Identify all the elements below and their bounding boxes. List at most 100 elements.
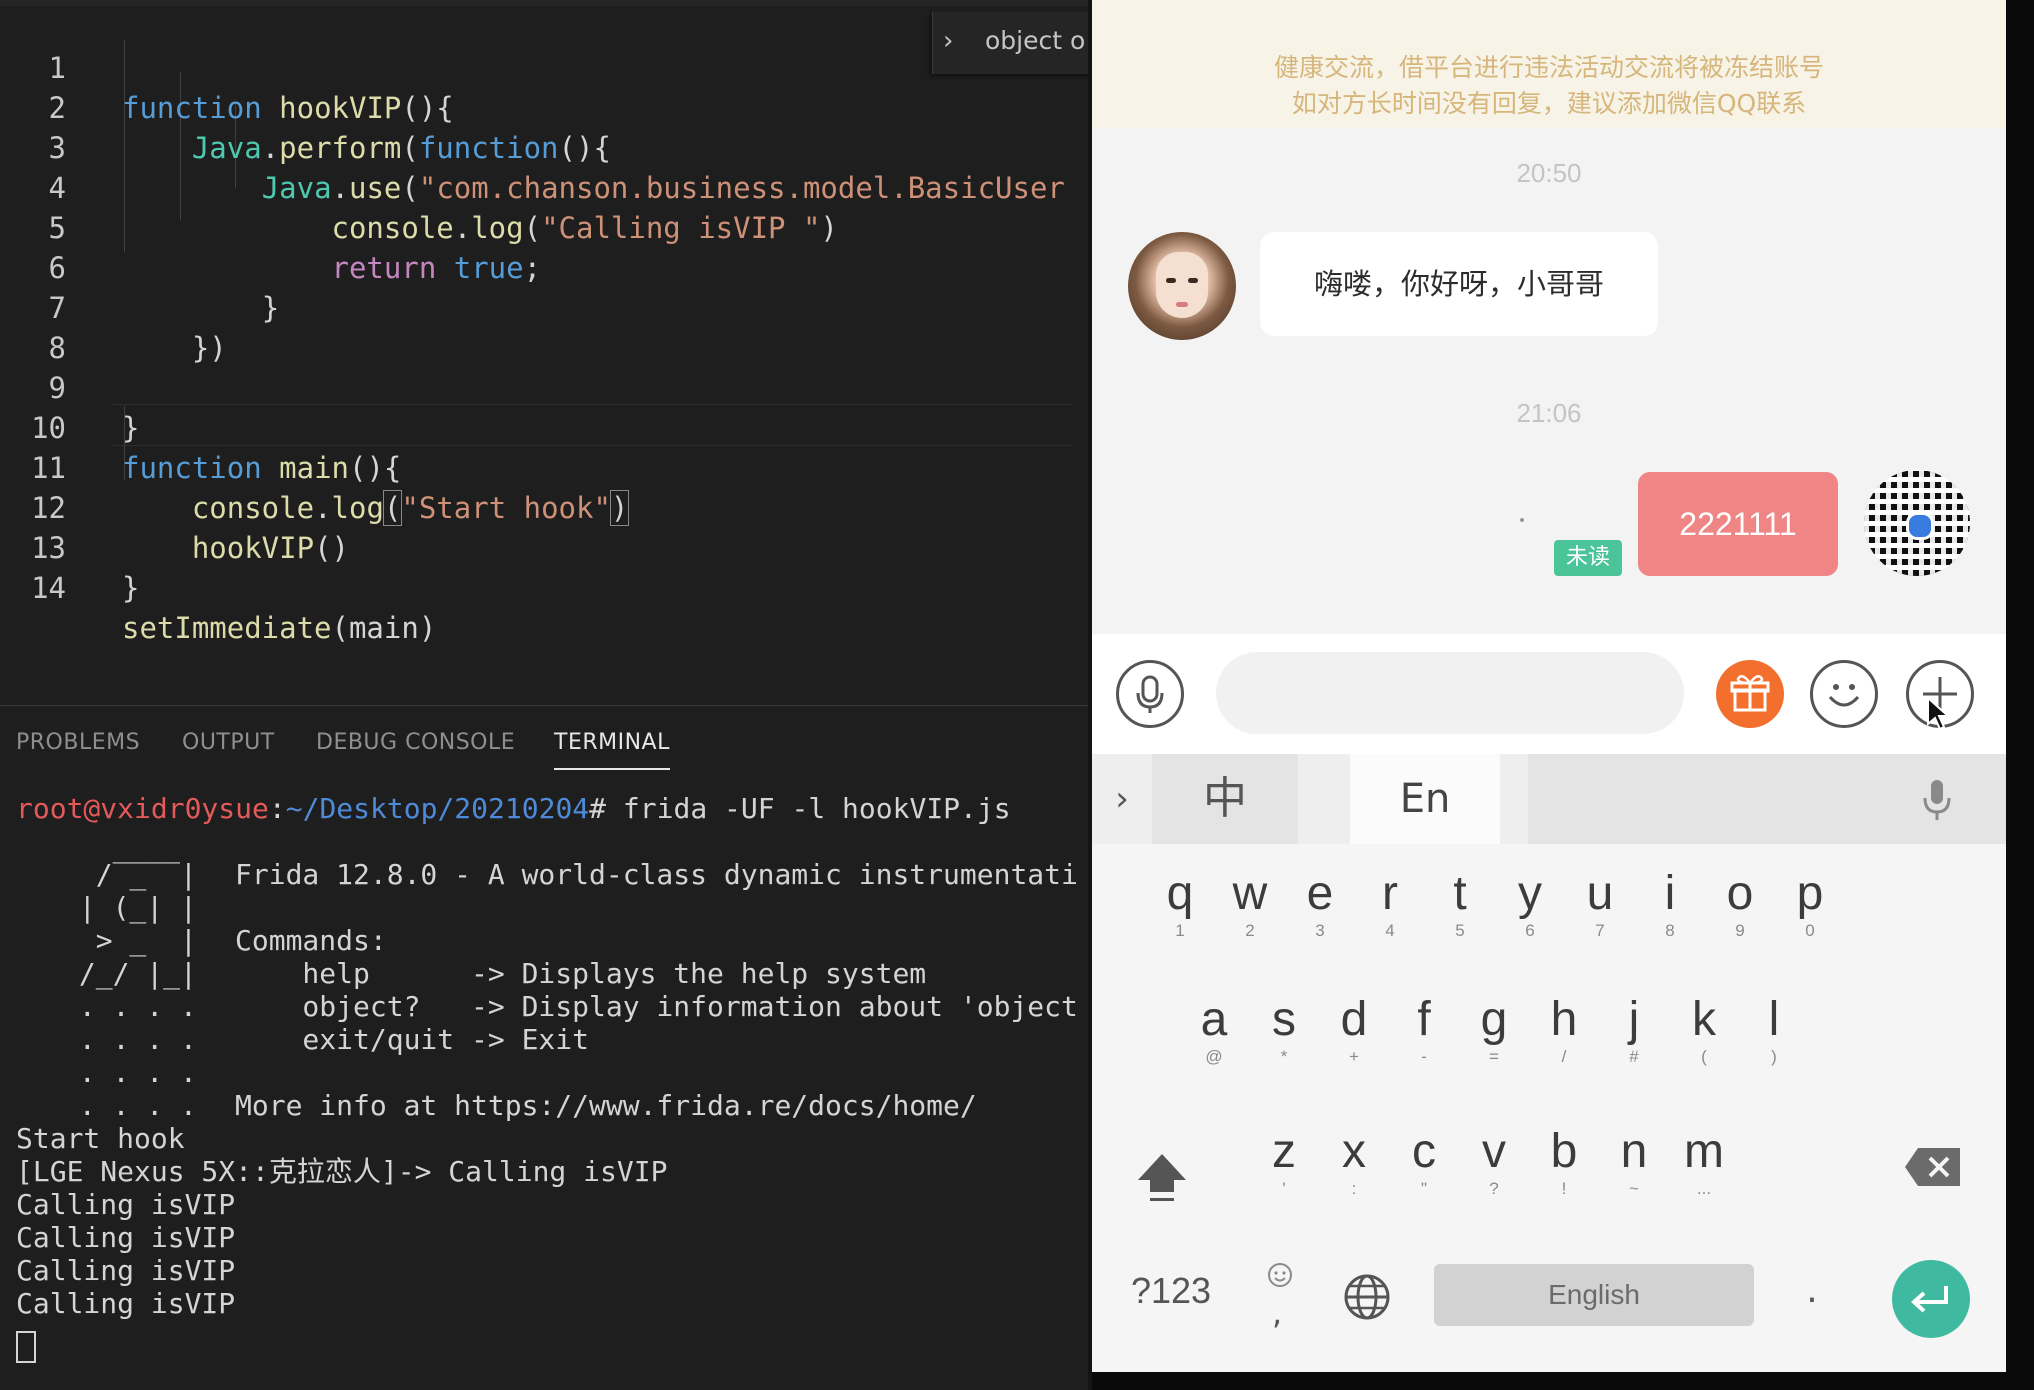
key-hint: / [1561, 1047, 1567, 1066]
tab-terminal[interactable]: TERMINAL [554, 730, 670, 770]
key-label: n [1620, 1125, 1648, 1178]
tab-output[interactable]: OUTPUT [182, 730, 275, 755]
frida-logo-line: | (_| | [62, 891, 197, 924]
key-i[interactable]: i8 [1630, 866, 1710, 940]
code-line-10[interactable]: 10 function main(){ [0, 368, 1080, 485]
key-a[interactable]: a @ [1174, 992, 1254, 1066]
key-m[interactable]: m... [1664, 1124, 1744, 1198]
chevron-right-icon[interactable]: › [1092, 754, 1152, 844]
code-line-4[interactable]: 4 console.log("Calling isVIP ") [0, 128, 1080, 245]
key-h[interactable]: h / [1524, 992, 1604, 1066]
emoji-comma-key[interactable]: , [1260, 1256, 1300, 1334]
tab-debug-console[interactable]: DEBUG CONSOLE [316, 730, 515, 755]
key-b[interactable]: b! [1524, 1124, 1604, 1198]
code-line-7[interactable]: 7 }) [0, 248, 1080, 365]
breadcrumb-label[interactable]: object o [985, 26, 1085, 55]
key-hint: : [1351, 1179, 1357, 1198]
incoming-message-bubble[interactable]: 嗨喽，你好呀，小哥哥 [1260, 232, 1658, 336]
frida-banner: Frida 12.8.0 - A world-class dynamic ins… [235, 858, 1078, 891]
code-line-12[interactable]: 12 hookVIP() [0, 448, 1080, 565]
key-p[interactable]: p0 [1770, 866, 1850, 940]
message-input[interactable] [1216, 652, 1684, 734]
code-line-8[interactable]: 8 [0, 288, 1080, 365]
key-hint: * [1280, 1047, 1288, 1066]
code-editor[interactable]: 1 function hookVIP(){ 2 Java.perform(fun… [0, 0, 1088, 705]
notice-line-1: 健康交流，借平台进行违法活动交流将被冻结账号 [1273, 53, 1824, 82]
symbols-key[interactable]: ?123 [1116, 1270, 1226, 1312]
key-c[interactable]: c " [1384, 1124, 1464, 1198]
key-s[interactable]: s * [1244, 992, 1324, 1066]
microphone-icon[interactable] [1116, 660, 1184, 728]
contact-avatar[interactable] [1128, 232, 1236, 340]
chevron-right-icon[interactable]: › [943, 26, 953, 56]
key-w[interactable]: w2 [1210, 866, 1290, 940]
key-q[interactable]: q1 [1140, 866, 1220, 940]
space-bar[interactable]: English [1434, 1264, 1754, 1326]
code-line-3[interactable]: 3 Java.use("com.chanson.business.model.B… [0, 88, 1080, 205]
code-line-1[interactable]: 1 function hookVIP(){ [0, 8, 1080, 125]
key-y[interactable]: y6 [1490, 866, 1570, 940]
emoji-icon[interactable] [1810, 660, 1878, 728]
key-hint: = [1489, 1047, 1499, 1066]
code-line-5[interactable]: 5 return true; [0, 168, 1080, 285]
key-f[interactable]: f- [1384, 992, 1464, 1066]
commands-header: Commands: [235, 924, 387, 957]
key-t[interactable]: t5 [1420, 866, 1500, 940]
shift-icon[interactable] [1132, 1146, 1192, 1206]
key-e[interactable]: e3 [1280, 866, 1360, 940]
key-k[interactable]: k( [1664, 992, 1744, 1066]
terminal-output-line: Start hook [16, 1122, 185, 1155]
enter-icon[interactable] [1892, 1260, 1970, 1338]
lang-english-key[interactable]: En [1350, 754, 1500, 844]
command-object: object? -> Display information about 'ob… [235, 990, 1078, 1023]
command-exit: exit/quit -> Exit [235, 1023, 590, 1056]
key-label: r [1382, 867, 1398, 920]
lang-chinese-key[interactable]: 中 [1152, 754, 1298, 844]
key-l[interactable]: l) [1734, 992, 1814, 1066]
period-key[interactable]: . [1792, 1270, 1832, 1311]
key-j[interactable]: j # [1594, 992, 1674, 1066]
key-r[interactable]: r4 [1350, 866, 1430, 940]
tab-problems[interactable]: PROBLEMS [16, 730, 140, 755]
key-o[interactable]: o9 [1700, 866, 1780, 940]
gift-icon[interactable] [1716, 660, 1784, 728]
key-u[interactable]: u7 [1560, 866, 1640, 940]
key-label: x [1342, 1125, 1366, 1178]
code-line-2[interactable]: 2 Java.perform(function(){ [0, 48, 1080, 165]
key-label: z [1272, 1125, 1296, 1178]
key-hint: 7 [1595, 921, 1605, 940]
code-line-11[interactable]: 11 console.log("Start hook") [0, 408, 1080, 526]
key-n[interactable]: n ~ [1594, 1124, 1674, 1198]
key-v[interactable]: v? [1454, 1124, 1534, 1198]
code-line-13[interactable]: 13 } [0, 488, 1080, 605]
key-x[interactable]: x: [1314, 1124, 1394, 1198]
key-hint: 8 [1665, 921, 1675, 940]
frida-logo-line: /_/ |_| [62, 957, 197, 990]
key-z[interactable]: z ' [1244, 1124, 1324, 1198]
key-hint: ! [1561, 1179, 1567, 1198]
backspace-icon[interactable] [1904, 1146, 1962, 1188]
code-line-14[interactable]: 14 setImmediate(main) [0, 528, 1080, 645]
microphone-icon[interactable] [1922, 778, 1952, 822]
key-hint: ? [1489, 1179, 1499, 1198]
sending-indicator [1520, 518, 1524, 522]
key-d[interactable]: d + [1314, 992, 1394, 1066]
my-avatar[interactable] [1864, 470, 1970, 576]
key-label: w [1232, 867, 1268, 920]
outgoing-message-bubble[interactable]: 2221111 [1638, 472, 1838, 576]
code-line-6[interactable]: 6 } [0, 208, 1080, 325]
key-g[interactable]: g = [1454, 992, 1534, 1066]
message-time: 20:50 [1516, 158, 1582, 188]
window-edge [2006, 0, 2034, 1390]
globe-icon[interactable] [1342, 1272, 1392, 1322]
voice-input-area[interactable] [1528, 754, 2006, 844]
code-line-9[interactable]: 9 } [0, 328, 1080, 445]
frida-logo-line: . . . . [62, 990, 197, 1023]
key-hint: 9 [1735, 921, 1745, 940]
frida-logo-line: > _ | [62, 924, 197, 957]
key-label: l [1768, 993, 1780, 1046]
key-label: v [1482, 1125, 1506, 1178]
key-hint: 2 [1245, 921, 1255, 940]
breadcrumb[interactable]: › object o [932, 12, 1088, 74]
key-label: b [1550, 1125, 1578, 1178]
